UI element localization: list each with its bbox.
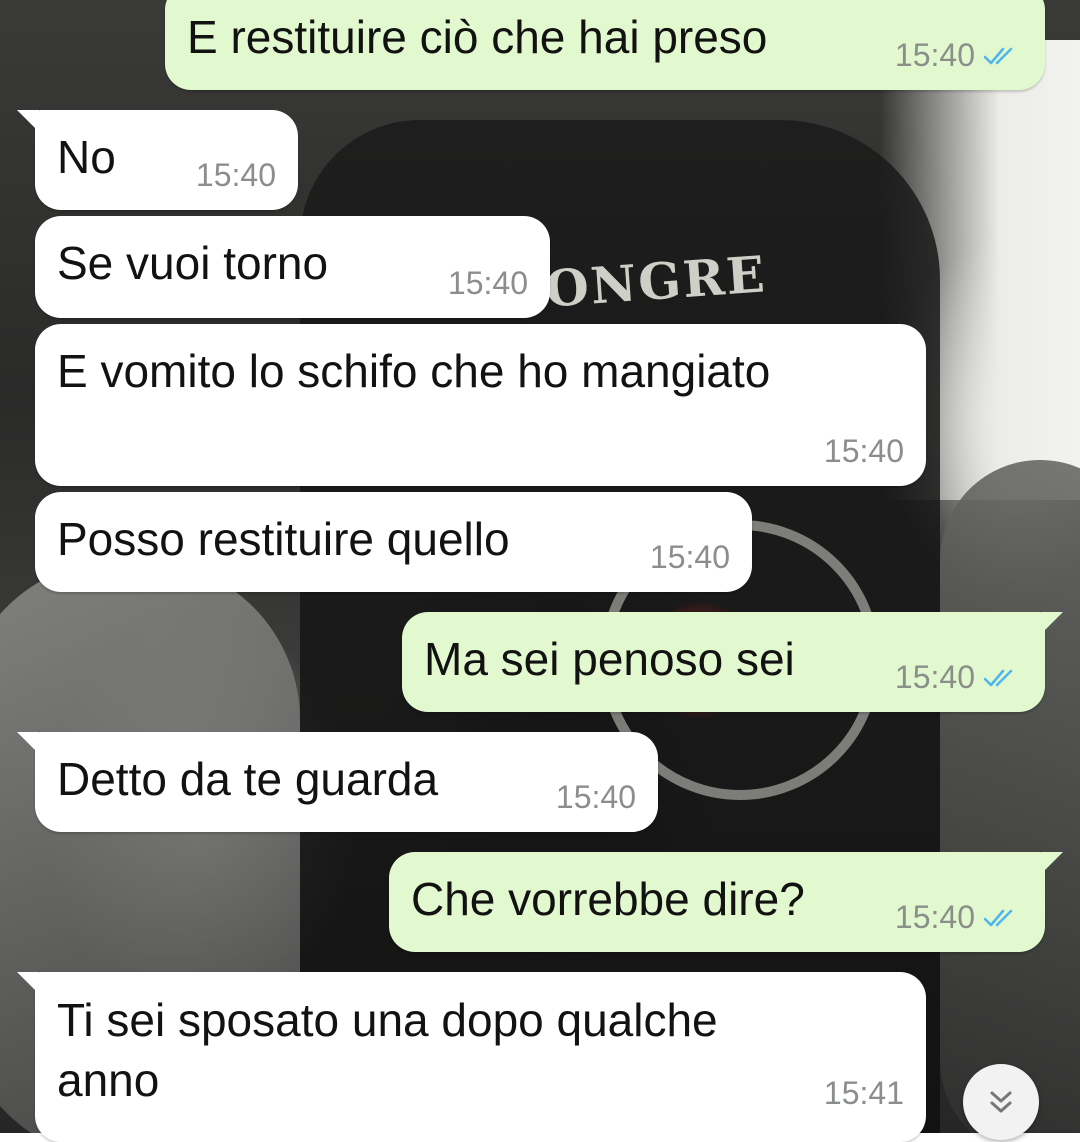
- scroll-to-bottom-button[interactable]: [963, 1064, 1039, 1140]
- message-time: 15:40: [894, 659, 975, 695]
- message-meta: 15:40: [448, 265, 528, 302]
- double-chevron-down-icon: [990, 1091, 1012, 1113]
- message-bubble-outgoing[interactable]: Che vorrebbe dire? 15:40: [389, 852, 1063, 952]
- message-bubble-outgoing[interactable]: Ma sei penoso sei 15:40: [402, 612, 1063, 712]
- message-bubble-incoming[interactable]: Se vuoi torno 15:40: [35, 216, 550, 318]
- message-time: 15:40: [823, 433, 904, 469]
- message-time: 15:40: [894, 899, 975, 935]
- message-text: Se vuoi torno: [57, 237, 329, 289]
- message-text: Ti sei sposato una dopo qualche anno: [57, 994, 718, 1106]
- message-meta: 15:40: [650, 539, 730, 576]
- message-time: 15:40: [555, 779, 636, 815]
- message-bubble-incoming[interactable]: Detto da te guarda 15:40: [17, 732, 658, 832]
- message-meta: 15:40: [895, 899, 1023, 936]
- wallpaper-arm-right: [940, 460, 1080, 1133]
- message-text: Che vorrebbe dire?: [411, 873, 805, 925]
- message-text: Detto da te guarda: [57, 753, 439, 805]
- message-meta: 15:40: [556, 779, 636, 816]
- message-bubble-incoming[interactable]: Posso restituire quello 15:40: [35, 492, 752, 592]
- message-meta: 15:40: [196, 157, 276, 194]
- message-bubble-incoming[interactable]: E vomito lo schifo che ho mangiato 15:40: [35, 324, 926, 486]
- read-ticks-icon: [983, 909, 1013, 926]
- message-time: 15:40: [195, 157, 276, 193]
- message-meta: 15:41: [824, 1075, 904, 1112]
- message-meta: 15:40: [824, 433, 904, 470]
- message-text: E vomito lo schifo che ho mangiato: [57, 345, 771, 397]
- message-bubble-incoming[interactable]: No 15:40: [17, 110, 298, 210]
- message-text: E restituire ciò che hai preso: [187, 11, 768, 63]
- read-ticks-icon: [983, 669, 1013, 686]
- message-text: No: [57, 131, 116, 183]
- message-bubble-incoming[interactable]: Ti sei sposato una dopo qualche anno 15:…: [17, 972, 926, 1142]
- message-bubble-outgoing[interactable]: E restituire ciò che hai preso 15:40: [165, 0, 1045, 90]
- message-time: 15:40: [447, 265, 528, 301]
- message-meta: 15:40: [895, 37, 1023, 74]
- read-ticks-icon: [983, 47, 1013, 64]
- message-meta: 15:40: [895, 659, 1023, 696]
- message-time: 15:40: [894, 37, 975, 73]
- message-text: Ma sei penoso sei: [424, 633, 795, 685]
- message-text: Posso restituire quello: [57, 513, 510, 565]
- message-time: 15:40: [649, 539, 730, 575]
- message-time: 15:41: [823, 1075, 904, 1111]
